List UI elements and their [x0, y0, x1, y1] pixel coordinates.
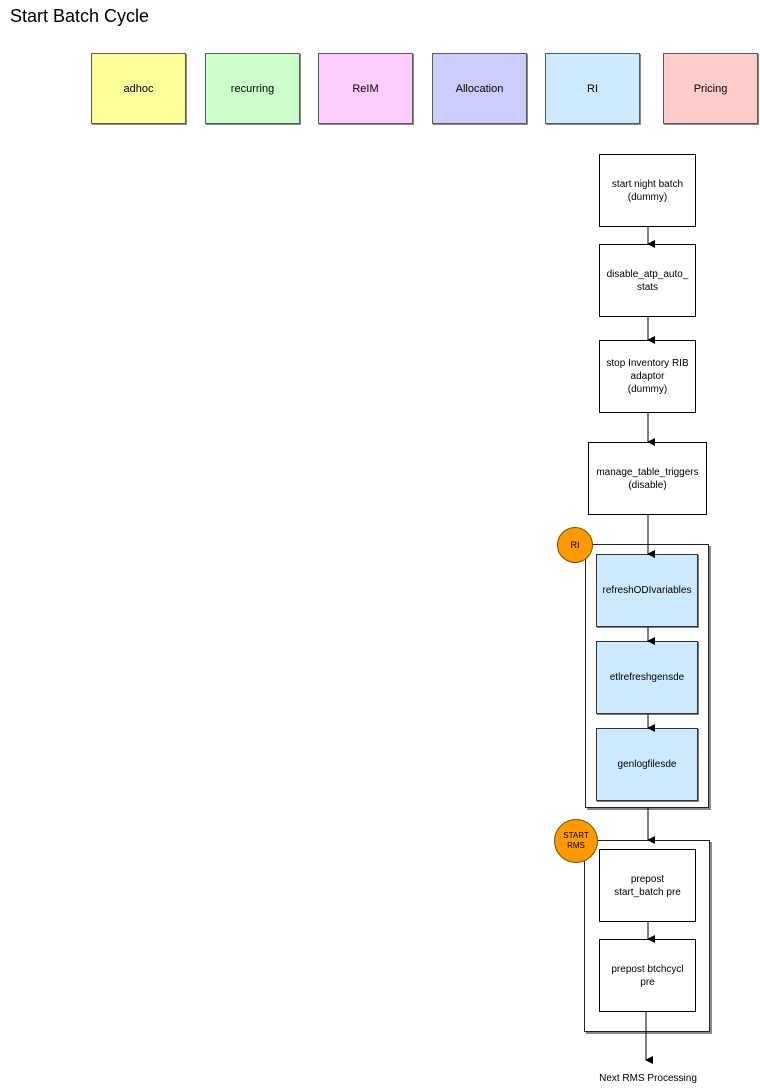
- legend-label: Allocation: [455, 82, 504, 95]
- next-rms-processing-label: Next RMS Processing: [599, 1073, 697, 1084]
- step-label: stop Inventory RIB adaptor (dummy): [606, 358, 689, 395]
- step-label: prepost btchcycl pre: [611, 963, 684, 988]
- step-label: manage_table_triggers (disable): [596, 466, 699, 491]
- legend-label: adhoc: [123, 82, 154, 95]
- step-refreshodivariables[interactable]: refreshODIvariables: [596, 554, 698, 627]
- page-title: Start Batch Cycle: [10, 6, 150, 26]
- step-genlogfilesde[interactable]: genlogfilesde: [596, 728, 698, 801]
- legend-label: recurring: [230, 82, 275, 95]
- step-label: start night batch (dummy): [611, 178, 684, 203]
- ri-badge: RI: [557, 527, 593, 563]
- step-manage-table-triggers[interactable]: manage_table_triggers (disable): [588, 442, 707, 515]
- step-prepost-start-batch-pre[interactable]: prepost start_batch pre: [599, 849, 696, 922]
- step-label: etlrefreshgensde: [609, 672, 685, 683]
- legend-label: ReIM: [352, 82, 379, 95]
- legend-recurring: recurring: [205, 53, 300, 124]
- start-rms-badge: START RMS: [554, 819, 598, 863]
- step-prepost-btchcycl-pre[interactable]: prepost btchcycl pre: [599, 939, 696, 1012]
- legend-pricing: Pricing: [663, 53, 758, 124]
- badge-label: START RMS: [563, 831, 589, 850]
- legend-label: Pricing: [693, 82, 728, 95]
- step-label: genlogfilesde: [617, 759, 677, 770]
- step-label: disable_atp_auto_ stats: [606, 268, 689, 293]
- step-label: refreshODIvariables: [602, 585, 692, 596]
- step-stop-inventory-rib-adaptor[interactable]: stop Inventory RIB adaptor (dummy): [599, 340, 696, 413]
- badge-label: RI: [570, 540, 580, 550]
- legend-label: RI: [587, 82, 598, 95]
- legend-adhoc: adhoc: [91, 53, 186, 124]
- step-label: prepost start_batch pre: [614, 873, 681, 898]
- legend-reim: ReIM: [318, 53, 413, 124]
- step-disable-atp-auto-stats[interactable]: disable_atp_auto_ stats: [599, 244, 696, 317]
- legend-ri: RI: [545, 53, 640, 124]
- legend-allocation: Allocation: [432, 53, 527, 124]
- step-start-night-batch[interactable]: start night batch (dummy): [599, 154, 696, 227]
- step-etlrefreshgensde[interactable]: etlrefreshgensde: [596, 641, 698, 714]
